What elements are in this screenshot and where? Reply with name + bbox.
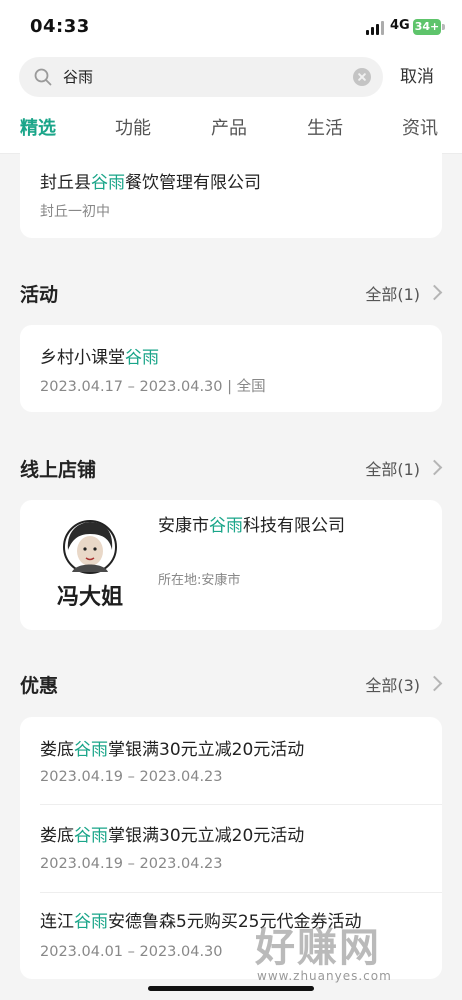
watermark-url: www.zhuanyes.com (257, 969, 392, 983)
status-time: 04:33 (30, 16, 90, 37)
section-title-online-store: 线上店铺 (20, 459, 97, 481)
watermark: 好赚网 www.zhuanyes.com (255, 915, 445, 990)
company-name: 封丘县谷雨餐饮管理有限公司 (40, 173, 261, 193)
offer-date: 2023.04.01 – 2023.04.30 (40, 944, 223, 960)
company-result-card[interactable]: 封丘县谷雨餐饮管理有限公司 封丘一初中 (20, 140, 442, 238)
section-title-offers: 优惠 (20, 675, 59, 697)
store-logo-text: 冯大姐 (57, 584, 123, 610)
battery-icon: 34+ (413, 19, 441, 35)
section-title-activity: 活动 (20, 284, 59, 306)
tab-featured[interactable]: 精选 (20, 114, 56, 140)
home-indicator[interactable] (148, 986, 314, 991)
offer-title: 娄底谷雨掌银满30元立减20元活动 (40, 826, 305, 846)
signal-icon (366, 21, 384, 35)
activity-title: 乡村小课堂谷雨 (40, 348, 159, 368)
store-logo: 冯大姐 (57, 520, 123, 610)
chevron-right-icon[interactable] (426, 459, 443, 476)
store-see-all[interactable]: 全部(1) (365, 456, 420, 480)
tab-products[interactable]: 产品 (211, 114, 247, 140)
search-bar: 谷雨 取消 (0, 52, 462, 102)
offer-item[interactable]: 娄底谷雨掌银满30元立减20元活动 2023.04.19 – 2023.04.2… (20, 717, 442, 804)
search-icon (34, 68, 52, 86)
offers-see-all[interactable]: 全部(3) (365, 672, 420, 696)
offer-date: 2023.04.19 – 2023.04.23 (40, 856, 223, 872)
company-subtitle: 封丘一初中 (40, 204, 110, 220)
activity-card[interactable]: 乡村小课堂谷雨 2023.04.17 – 2023.04.30 | 全国 (20, 325, 442, 412)
search-input-box[interactable]: 谷雨 (19, 57, 383, 97)
tab-functions[interactable]: 功能 (115, 114, 151, 140)
store-location: 所在地:安康市 (158, 573, 241, 588)
search-input[interactable]: 谷雨 (63, 57, 93, 97)
activity-see-all[interactable]: 全部(1) (365, 281, 420, 305)
tab-life[interactable]: 生活 (307, 114, 343, 140)
watermark-logo: 好赚网 (255, 925, 381, 971)
offer-date: 2023.04.19 – 2023.04.23 (40, 769, 223, 785)
clear-icon[interactable] (353, 68, 371, 86)
battery-tip (442, 24, 445, 30)
network-type: 4G (390, 18, 410, 33)
offer-item[interactable]: 娄底谷雨掌银满30元立减20元活动 2023.04.19 – 2023.04.2… (20, 805, 442, 892)
status-bar: 04:33 4G 34+ (0, 0, 462, 52)
offer-title: 娄底谷雨掌银满30元立减20元活动 (40, 740, 305, 760)
store-card[interactable]: 冯大姐 安康市谷雨科技有限公司 所在地:安康市 (20, 500, 442, 630)
chevron-right-icon[interactable] (426, 284, 443, 301)
tab-news[interactable]: 资讯 (402, 114, 438, 140)
cancel-button[interactable]: 取消 (400, 57, 434, 97)
activity-meta: 2023.04.17 – 2023.04.30 | 全国 (40, 379, 266, 395)
chevron-right-icon[interactable] (426, 675, 443, 692)
store-name: 安康市谷雨科技有限公司 (158, 516, 345, 536)
